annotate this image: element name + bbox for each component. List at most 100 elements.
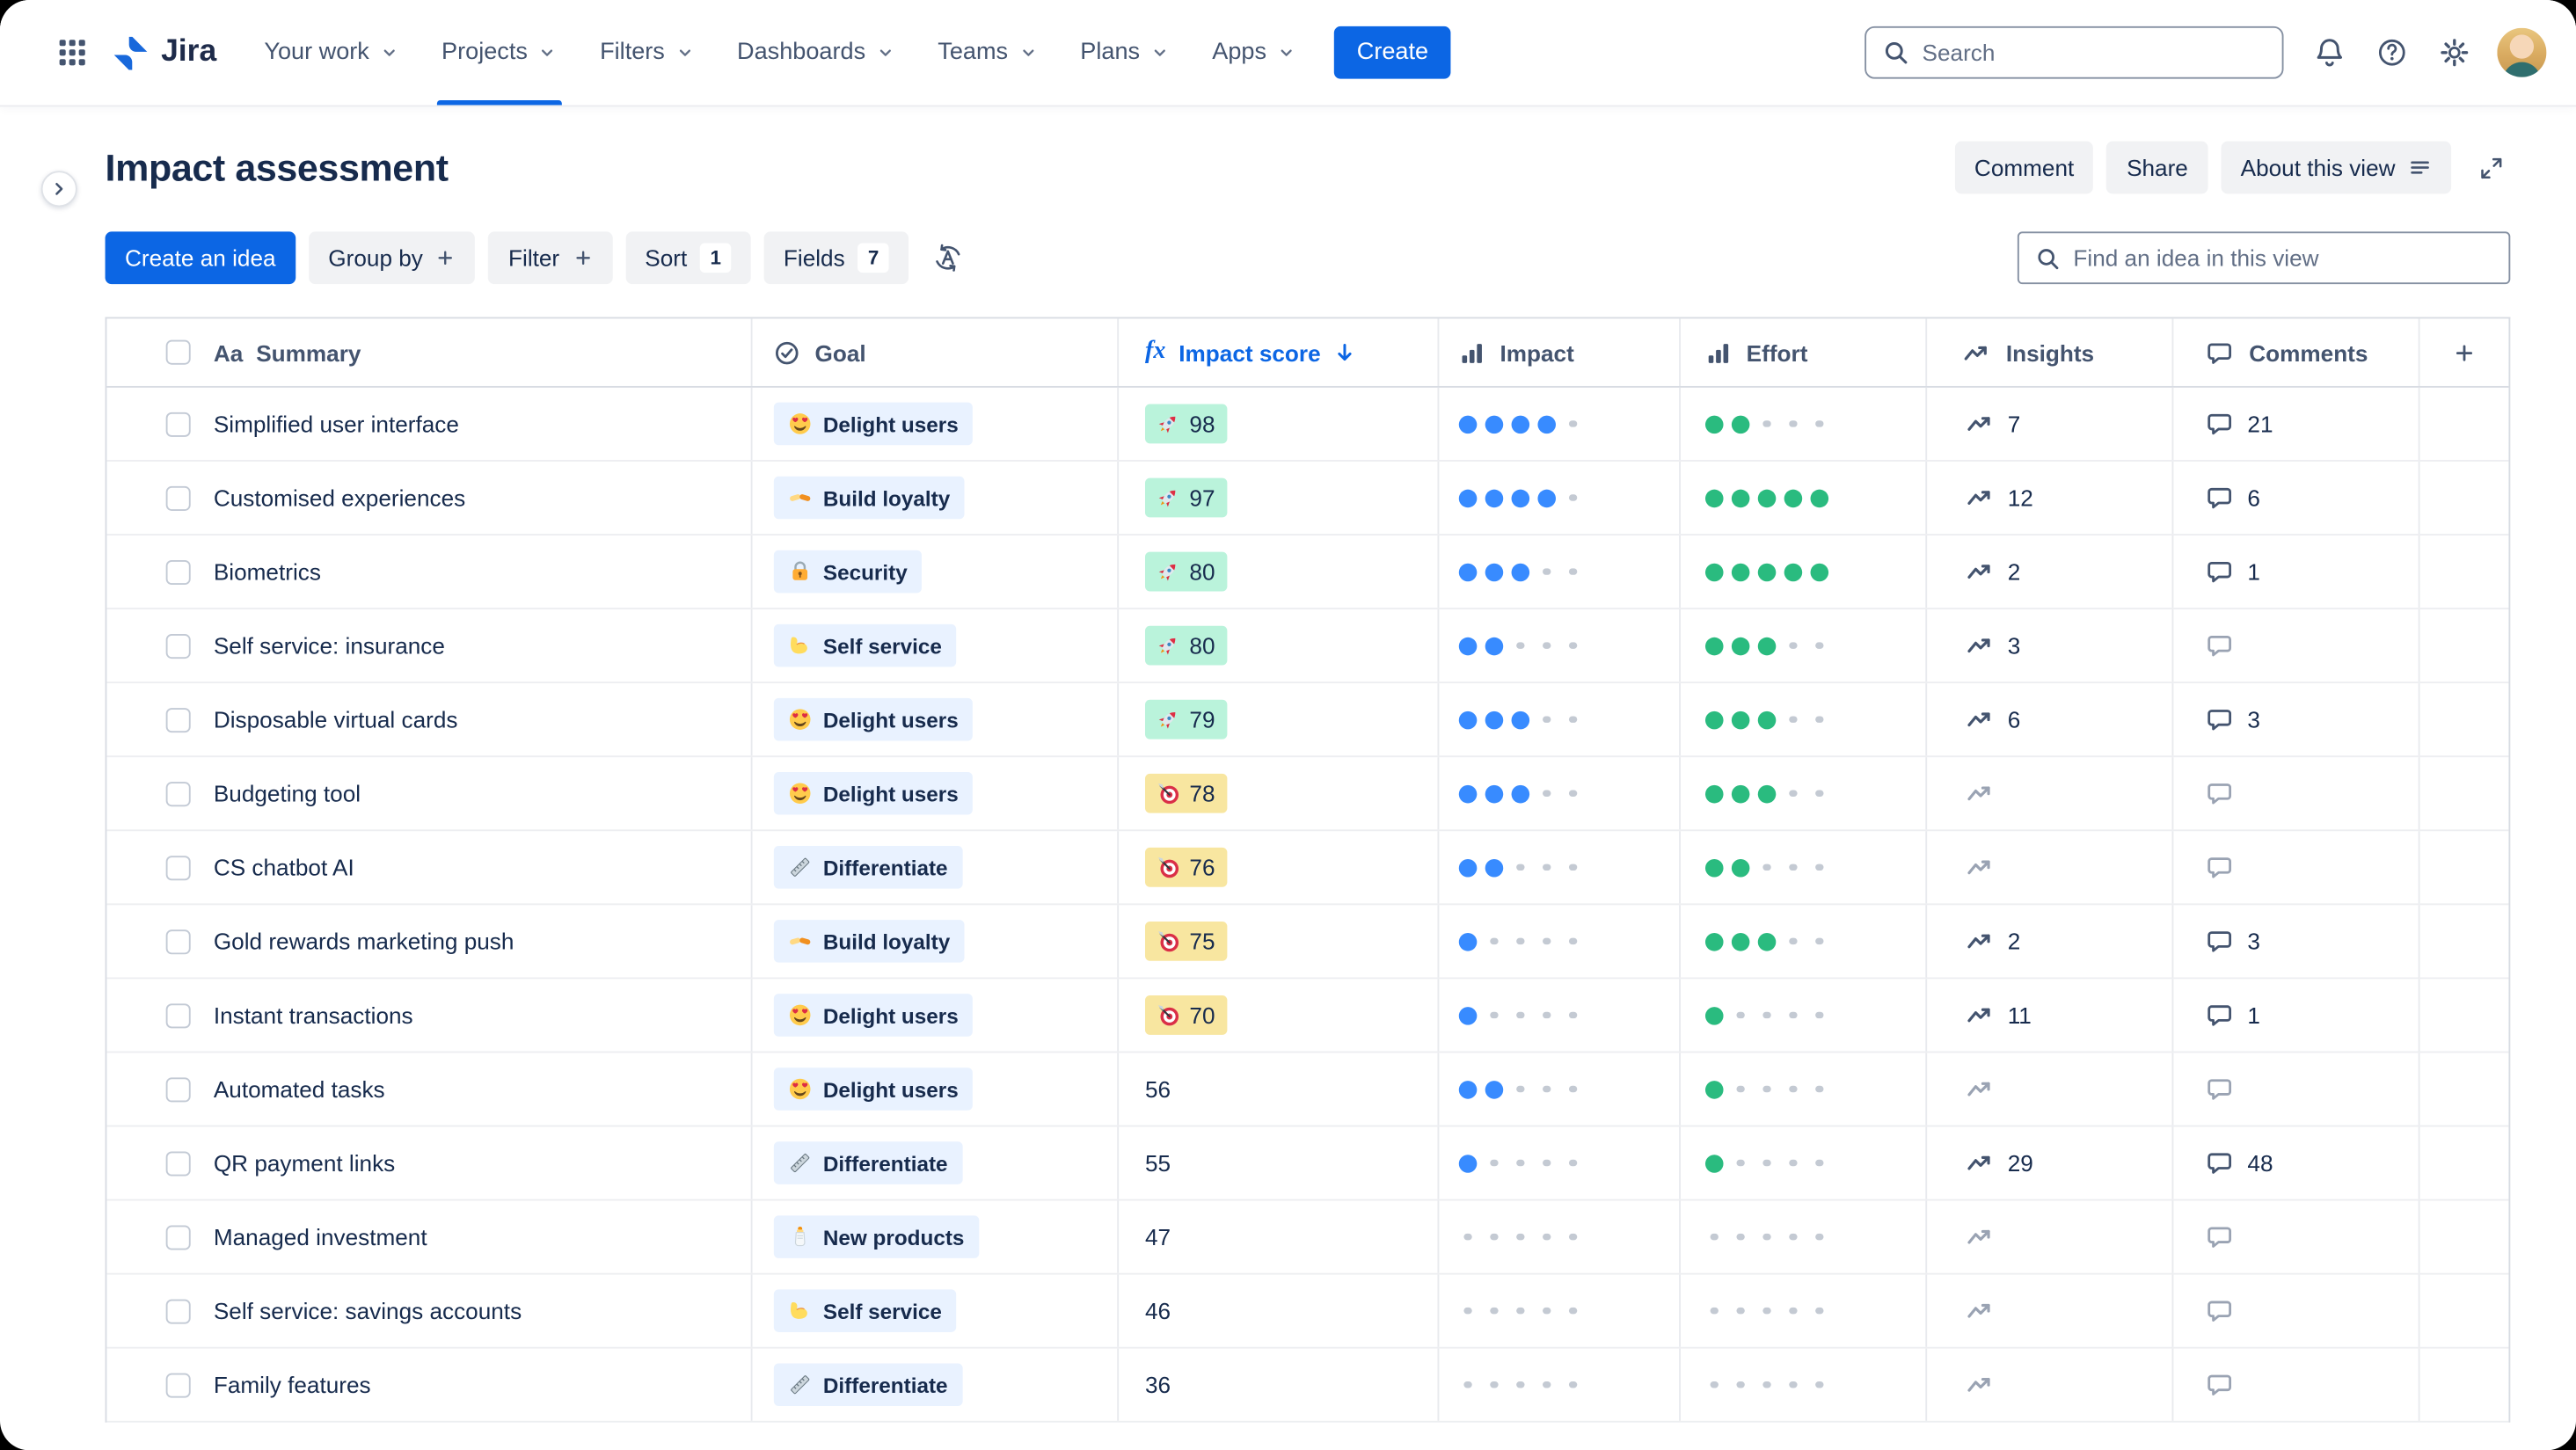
goal-pill[interactable]: Delight users — [773, 697, 974, 741]
column-header-summary[interactable]: Aa Summary — [106, 318, 753, 386]
cell-goal[interactable]: Build loyalty — [753, 461, 1120, 535]
create-button[interactable]: Create — [1333, 26, 1452, 79]
cell-insights[interactable]: 12 — [1927, 461, 2174, 535]
cell-impact-score[interactable]: 78 — [1119, 757, 1440, 830]
cell-insights[interactable] — [1927, 831, 2174, 904]
cell-goal[interactable]: Differentiate — [753, 1348, 1120, 1421]
cell-impact-score[interactable]: 76 — [1119, 831, 1440, 904]
cell-insights[interactable]: 11 — [1927, 979, 2174, 1052]
cell-insights[interactable] — [1927, 1274, 2174, 1347]
nav-item-your-work[interactable]: Your work — [243, 0, 420, 106]
cell-impact-score[interactable]: 75 — [1119, 905, 1440, 978]
select-all-checkbox[interactable] — [165, 339, 191, 365]
cell-goal[interactable]: Delight users — [753, 683, 1120, 756]
cell-summary[interactable]: Budgeting tool — [106, 757, 753, 830]
nav-item-plans[interactable]: Plans — [1059, 0, 1191, 106]
row-checkbox[interactable] — [165, 1150, 191, 1176]
cell-insights[interactable] — [1927, 1348, 2174, 1421]
table-row[interactable]: Biometrics Security 80 2 1 — [106, 535, 2509, 610]
notifications-button[interactable] — [2303, 26, 2356, 79]
goal-pill[interactable]: Delight users — [773, 771, 974, 815]
cell-summary[interactable]: Automated tasks — [106, 1053, 753, 1126]
row-checkbox[interactable] — [165, 633, 191, 659]
row-checkbox[interactable] — [165, 1298, 191, 1323]
cell-summary[interactable]: CS chatbot AI — [106, 831, 753, 904]
cell-insights[interactable]: 3 — [1927, 609, 2174, 682]
cell-impact-score[interactable]: 98 — [1119, 387, 1440, 461]
cell-comments[interactable]: 3 — [2173, 905, 2420, 978]
help-button[interactable] — [2366, 26, 2419, 79]
goal-pill[interactable]: Differentiate — [773, 846, 963, 889]
cell-comments[interactable]: 1 — [2173, 979, 2420, 1052]
filter-button[interactable]: Filter — [488, 231, 612, 285]
cell-comments[interactable]: 48 — [2173, 1126, 2420, 1199]
cell-comments[interactable] — [2173, 609, 2420, 682]
row-checkbox[interactable] — [165, 929, 191, 954]
goal-pill[interactable]: Delight users — [773, 402, 974, 446]
cell-impact-score[interactable]: 56 — [1119, 1053, 1440, 1126]
cell-summary[interactable]: Managed investment — [106, 1200, 753, 1273]
sidebar-expand-button[interactable] — [40, 171, 77, 208]
nav-item-dashboards[interactable]: Dashboards — [716, 0, 916, 106]
cell-impact-score[interactable]: 55 — [1119, 1126, 1440, 1199]
cell-comments[interactable] — [2173, 831, 2420, 904]
table-row[interactable]: Self service: insurance Self service 80 3 — [106, 609, 2509, 684]
cell-goal[interactable]: Build loyalty — [753, 905, 1120, 978]
cell-comments[interactable]: 1 — [2173, 535, 2420, 608]
row-checkbox[interactable] — [165, 855, 191, 880]
row-checkbox[interactable] — [165, 781, 191, 806]
cell-impact-score[interactable]: 70 — [1119, 979, 1440, 1052]
cell-impact-score[interactable]: 79 — [1119, 683, 1440, 756]
table-row[interactable]: Customised experiences Build loyalty 97 12 6 — [106, 461, 2509, 536]
row-checkbox[interactable] — [165, 707, 191, 732]
nav-item-teams[interactable]: Teams — [916, 0, 1059, 106]
goal-pill[interactable]: Security — [773, 550, 923, 594]
nav-item-filters[interactable]: Filters — [579, 0, 716, 106]
create-idea-button[interactable]: Create an idea — [105, 231, 296, 285]
row-checkbox[interactable] — [165, 1224, 191, 1250]
cell-insights[interactable]: 2 — [1927, 535, 2174, 608]
cell-insights[interactable]: 6 — [1927, 683, 2174, 756]
column-header-impact[interactable]: Impact — [1439, 318, 1681, 386]
cell-insights[interactable] — [1927, 757, 2174, 830]
cell-insights[interactable] — [1927, 1200, 2174, 1273]
cell-summary[interactable]: QR payment links — [106, 1126, 753, 1199]
nav-item-projects[interactable]: Projects — [420, 0, 579, 106]
comment-button[interactable]: Comment — [1954, 141, 2094, 194]
cell-insights[interactable] — [1927, 1053, 2174, 1126]
cell-summary[interactable]: Self service: insurance — [106, 609, 753, 682]
cell-comments[interactable]: 21 — [2173, 387, 2420, 461]
goal-pill[interactable]: Build loyalty — [773, 476, 966, 520]
row-checkbox[interactable] — [165, 1372, 191, 1397]
goal-pill[interactable]: New products — [773, 1215, 980, 1258]
column-header-impact-score[interactable]: fx Impact score — [1119, 318, 1440, 386]
cell-goal[interactable]: Delight users — [753, 979, 1120, 1052]
cell-summary[interactable]: Disposable virtual cards — [106, 683, 753, 756]
auto-sort-button[interactable] — [922, 231, 974, 284]
goal-pill[interactable]: Delight users — [773, 994, 974, 1037]
cell-goal[interactable]: Delight users — [753, 757, 1120, 830]
cell-insights[interactable]: 2 — [1927, 905, 2174, 978]
table-row[interactable]: CS chatbot AI Differentiate 76 — [106, 831, 2509, 906]
find-idea-input[interactable] — [2073, 244, 2492, 272]
cell-summary[interactable]: Family features — [106, 1348, 753, 1421]
table-row[interactable]: Budgeting tool Delight users 78 — [106, 757, 2509, 832]
cell-summary[interactable]: Instant transactions — [106, 979, 753, 1052]
jira-logo[interactable]: Jira — [112, 33, 216, 71]
cell-goal[interactable]: New products — [753, 1200, 1120, 1273]
row-checkbox[interactable] — [165, 485, 191, 511]
cell-impact-score[interactable]: 47 — [1119, 1200, 1440, 1273]
cell-comments[interactable] — [2173, 1053, 2420, 1126]
cell-impact-score[interactable]: 80 — [1119, 609, 1440, 682]
app-switcher-button[interactable] — [46, 26, 99, 79]
table-row[interactable]: Instant transactions Delight users 70 11 1 — [106, 979, 2509, 1053]
table-row[interactable]: Simplified user interface Delight users 98… — [106, 387, 2509, 462]
cell-insights[interactable]: 29 — [1927, 1126, 2174, 1199]
settings-button[interactable] — [2428, 26, 2481, 79]
cell-goal[interactable]: Self service — [753, 1274, 1120, 1347]
row-checkbox[interactable] — [165, 1076, 191, 1102]
cell-summary[interactable]: Self service: savings accounts — [106, 1274, 753, 1347]
row-checkbox[interactable] — [165, 1002, 191, 1028]
cell-goal[interactable]: Self service — [753, 609, 1120, 682]
add-column-button[interactable] — [2420, 318, 2509, 386]
